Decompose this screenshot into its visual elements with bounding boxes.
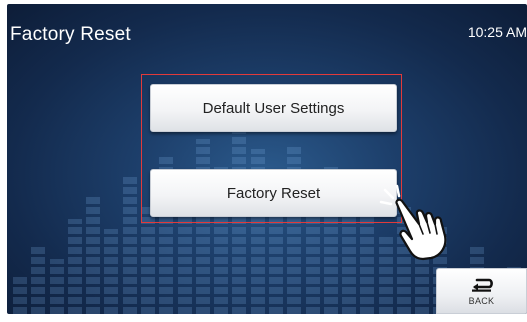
clock-time: 10:25 AM xyxy=(467,24,527,40)
default-user-settings-label: Default User Settings xyxy=(202,99,345,117)
tapping-hand-icon xyxy=(379,184,447,261)
default-user-settings-button[interactable]: Default User Settings xyxy=(150,84,397,132)
back-label: BACK xyxy=(468,295,495,306)
back-button[interactable]: BACK xyxy=(436,268,527,314)
return-arrow-icon xyxy=(471,278,493,292)
page-title: Factory Reset xyxy=(10,24,131,45)
device-screen: Factory Reset 10:25 AM Default User Sett… xyxy=(7,4,527,314)
factory-reset-button[interactable]: Factory Reset xyxy=(150,169,397,217)
factory-reset-label: Factory Reset xyxy=(226,184,321,202)
